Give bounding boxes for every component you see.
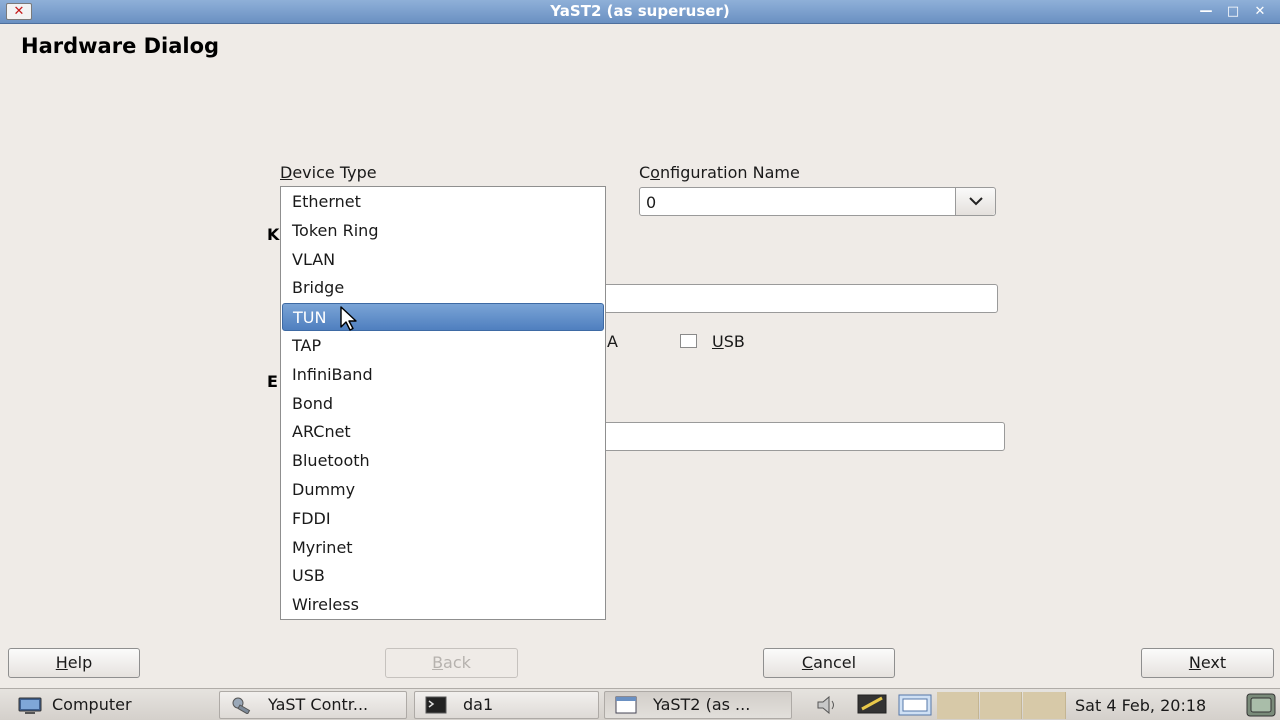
config-name-combo[interactable]: 0 [639, 187, 996, 216]
device-type-option[interactable]: FDDI [282, 505, 604, 533]
device-type-option[interactable]: Bond [282, 390, 604, 418]
device-type-option[interactable]: Myrinet [282, 534, 604, 562]
mouse-cursor-icon [340, 306, 357, 331]
device-type-option[interactable]: InfiniBand [282, 361, 604, 389]
device-type-option[interactable]: Wireless [282, 591, 604, 619]
taskbar-item-terminal[interactable]: da1 [414, 691, 599, 719]
device-type-option[interactable]: Bluetooth [282, 447, 604, 475]
device-type-option[interactable]: Ethernet [282, 188, 604, 216]
config-name-value: 0 [646, 193, 657, 212]
section-heading-k: K [267, 225, 280, 244]
checkbox-label-a: A [607, 332, 618, 351]
device-type-option[interactable]: ARCnet [282, 418, 604, 446]
window-close-icon[interactable]: ✕ [1250, 2, 1270, 22]
device-type-option[interactable]: Dummy [282, 476, 604, 504]
cancel-button[interactable]: Cancel [763, 648, 895, 678]
device-type-option[interactable]: VLAN [282, 246, 604, 274]
clock[interactable]: Sat 4 Feb, 20:18 [1075, 696, 1206, 715]
taskbar-item-yast2[interactable]: YaST2 (as ... [604, 691, 792, 719]
chevron-down-icon [969, 197, 983, 206]
device-type-option[interactable]: USB [282, 562, 604, 590]
device-type-option[interactable]: TAP [282, 332, 604, 360]
usb-checkbox-label[interactable]: USB [712, 332, 745, 351]
device-type-option[interactable]: Bridge [282, 274, 604, 302]
computer-menu-label: Computer [52, 695, 132, 714]
device-type-option[interactable]: Token Ring [282, 217, 604, 245]
show-desktop-icon[interactable] [1246, 693, 1276, 717]
window-titlebar: ✕ YaST2 (as superuser) — □ ✕ [0, 0, 1280, 24]
volume-icon[interactable] [815, 695, 839, 715]
network-icon[interactable] [856, 693, 888, 717]
display-icon[interactable] [898, 694, 932, 716]
maximize-icon[interactable]: □ [1223, 2, 1243, 22]
taskbar: Computer YaST Contr... da1 YaST2 (as ... [0, 688, 1280, 720]
help-button[interactable]: Help [8, 648, 140, 678]
device-type-dropdown-list[interactable]: Ethernet Token Ring VLAN Bridge TUN TAP … [280, 186, 606, 620]
taskbar-item-yast-control[interactable]: YaST Contr... [219, 691, 407, 719]
device-type-label: Device Type [280, 163, 377, 182]
page-title: Hardware Dialog [21, 34, 220, 58]
wrench-icon [232, 697, 251, 714]
back-button[interactable]: Back [385, 648, 518, 678]
text-field-hidden-1[interactable] [590, 284, 998, 313]
minimize-icon[interactable]: — [1196, 2, 1216, 22]
usb-checkbox[interactable] [680, 334, 697, 348]
terminal-icon [425, 696, 447, 714]
section-heading-e: E [267, 372, 278, 391]
config-name-dropdown-button[interactable] [955, 188, 995, 215]
computer-menu[interactable]: Computer [10, 691, 200, 719]
window-title: YaST2 (as superuser) [550, 2, 730, 20]
window-icon [615, 696, 637, 714]
device-type-option-selected[interactable]: TUN [282, 303, 604, 331]
workspace-1[interactable] [937, 692, 979, 719]
computer-icon [18, 697, 42, 714]
workspace-2[interactable] [980, 692, 1022, 719]
workspace-3[interactable] [1023, 692, 1066, 719]
next-button[interactable]: Next [1141, 648, 1274, 678]
text-field-hidden-2[interactable] [590, 422, 1005, 451]
config-name-label: Configuration Name [639, 163, 800, 182]
